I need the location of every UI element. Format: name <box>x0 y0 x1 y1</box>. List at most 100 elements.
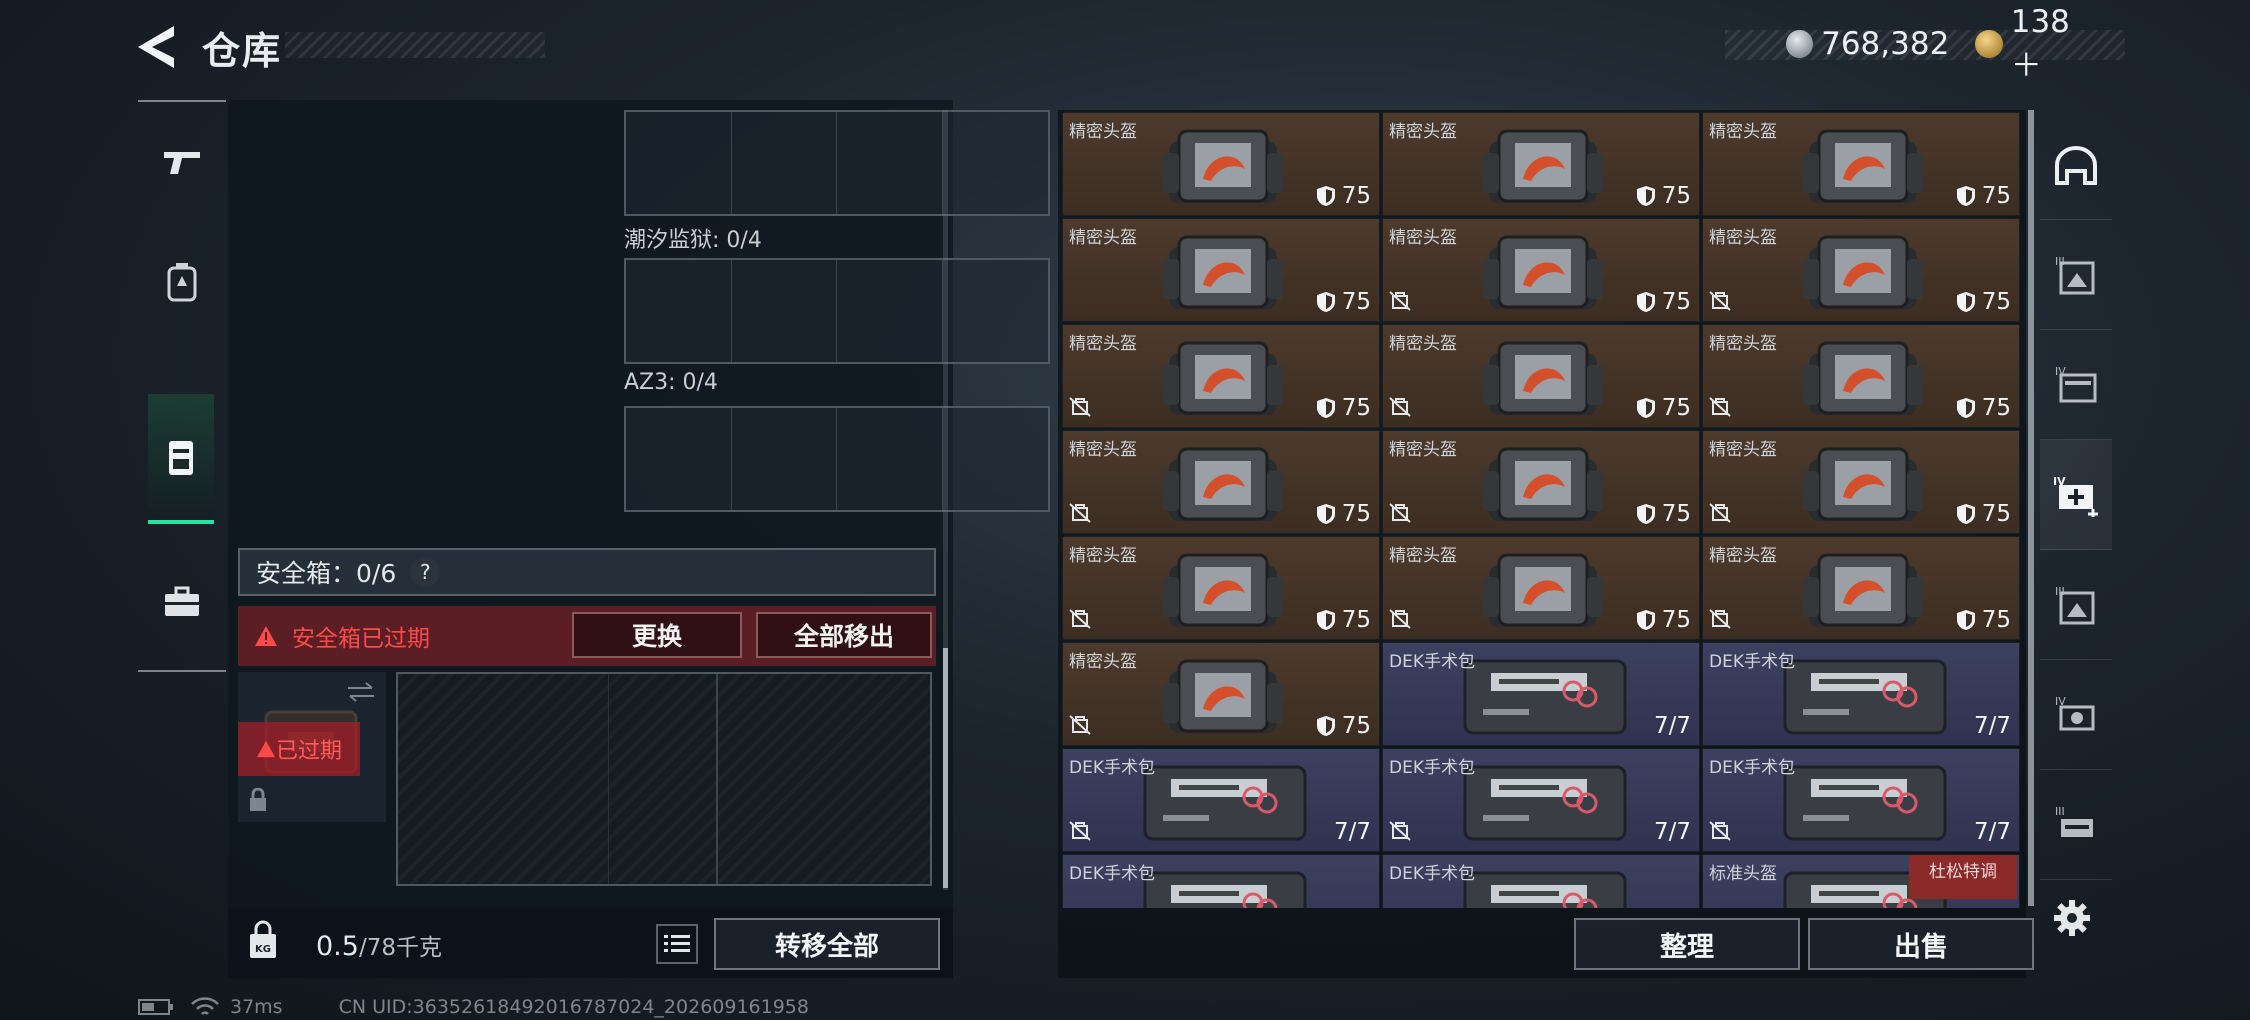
item-name: DEK手术包 <box>1709 652 1795 672</box>
item-value: 75 <box>1956 607 2011 633</box>
category-folder-iv[interactable]: IV <box>2040 330 2112 440</box>
weight-readout: 0.5/78千克 <box>316 928 442 962</box>
item-value-text: 75 <box>1341 289 1371 315</box>
item-value: 75 <box>1636 607 1691 633</box>
category-gear-iv[interactable]: IV <box>2040 660 2112 770</box>
category-medkit-iv[interactable]: IV <box>2040 440 2112 550</box>
battery-icon <box>138 999 173 1015</box>
item-name: 精密头盔 <box>1709 334 1777 354</box>
inventory-item-helmet[interactable]: 精密头盔 75 <box>1382 218 1700 322</box>
category-armor-iii-alt[interactable]: III <box>2040 550 2112 660</box>
inventory-item-helmet[interactable]: 精密头盔 75 <box>1382 324 1700 428</box>
no-trade-badge <box>1069 821 1091 845</box>
settings-button[interactable] <box>2052 898 2092 942</box>
item-value: 7/7 <box>1334 819 1371 845</box>
inventory-item-helmet[interactable]: 精密头盔 75 <box>1062 642 1380 746</box>
svg-text:IV: IV <box>2053 475 2066 488</box>
tab-toolbox[interactable] <box>138 542 226 662</box>
inventory-item-medkit[interactable]: DEK手术包 <box>1062 854 1380 908</box>
safe-box-grid[interactable] <box>396 672 932 886</box>
inventory-item-helmet[interactable]: 精密头盔 75 <box>1702 218 2020 322</box>
inventory-item-helmet[interactable]: 精密头盔 75 <box>1062 536 1380 640</box>
inventory-item-helmet[interactable]: 精密头盔 75 <box>1702 536 2020 640</box>
tab-chest-rig[interactable] <box>148 394 214 524</box>
category-rig-iii[interactable]: III <box>2040 770 2112 880</box>
inventory-item-medkit[interactable]: DEK手术包 7/7 <box>1702 642 2020 746</box>
slot-grid-az3[interactable] <box>624 406 1050 512</box>
inventory-item-helmet[interactable]: 精密头盔 75 <box>1382 536 1700 640</box>
svg-text:III: III <box>2055 255 2065 268</box>
inventory-item-helmet[interactable]: 精密头盔 75 <box>1702 324 2020 428</box>
inventory-item-helmet[interactable]: 精密头盔 75 <box>1062 218 1380 322</box>
durability-icon <box>1316 186 1335 206</box>
slot-grid-prison[interactable] <box>624 258 1050 364</box>
durability-icon <box>1636 398 1655 418</box>
medkit-image <box>1143 765 1307 841</box>
expired-message: 安全箱已过期 <box>292 626 430 652</box>
svg-text:KG: KG <box>255 944 271 955</box>
no-trade-badge <box>1389 821 1411 845</box>
inventory-item-helmet[interactable]: 精密头盔 75 <box>1062 430 1380 534</box>
list-view-button[interactable] <box>656 924 698 964</box>
inventory-item-helmet[interactable]: 精密头盔 75 <box>1382 430 1700 534</box>
inventory-item-medkit[interactable]: 标准头盔 杜松特调 <box>1702 854 2020 908</box>
item-name: 精密头盔 <box>1709 122 1777 142</box>
currency-bar: 768,382 138＋ <box>1725 4 2125 84</box>
durability-icon <box>1956 292 1975 312</box>
no-trade-badge <box>1069 503 1091 527</box>
no-trade-icon <box>1389 397 1411 417</box>
inventory-item-helmet[interactable]: 精密头盔 75 <box>1062 112 1380 216</box>
medkit-image <box>1143 871 1307 908</box>
inventory-item-medkit[interactable]: DEK手术包 7/7 <box>1382 748 1700 852</box>
list-icon <box>664 935 690 952</box>
inventory-scrollbar[interactable] <box>2028 110 2034 906</box>
helmet-image <box>1163 341 1283 415</box>
slot-grid-top[interactable] <box>624 110 1050 216</box>
folder-iv-icon: IV <box>2055 365 2097 402</box>
sell-button[interactable]: 出售 <box>1808 918 2034 970</box>
tab-backpack[interactable] <box>138 222 226 342</box>
move-all-out-button[interactable]: 全部移出 <box>756 612 932 658</box>
left-scrollbar-thumb[interactable] <box>943 648 948 888</box>
item-name: 精密头盔 <box>1069 334 1137 354</box>
toolbox-icon <box>165 586 199 616</box>
inventory-item-helmet[interactable]: 精密头盔 75 <box>1062 324 1380 428</box>
item-value-text: 75 <box>1981 501 2011 527</box>
transfer-all-button[interactable]: 转移全部 <box>714 918 940 970</box>
inventory-grid: 精密头盔 75 精密头盔 75 精密头盔 75 精密头盔 75 精密头盔 75 精密头盔 75 精密头盔… <box>1062 112 2020 908</box>
inventory-item-medkit[interactable]: DEK手术包 7/7 <box>1702 748 2020 852</box>
backpack-icon <box>167 263 197 302</box>
medkit-image <box>1783 765 1947 841</box>
item-value-text: 7/7 <box>1333 819 1371 845</box>
kg-lock-icon: KG <box>250 920 276 958</box>
item-name: 精密头盔 <box>1069 546 1137 566</box>
inventory-item-medkit[interactable]: DEK手术包 <box>1382 854 1700 908</box>
inventory-item-medkit[interactable]: DEK手术包 7/7 <box>1382 642 1700 746</box>
no-trade-icon <box>1709 291 1731 311</box>
medkit-image <box>1463 765 1627 841</box>
inventory-item-helmet[interactable]: 精密头盔 75 <box>1382 112 1700 216</box>
no-trade-badge <box>1709 503 1731 527</box>
category-helmet[interactable] <box>2040 110 2112 220</box>
item-value: 75 <box>1956 183 2011 209</box>
item-value: 75 <box>1316 289 1371 315</box>
back-button[interactable] <box>134 22 182 72</box>
item-value-text: 75 <box>1981 183 2011 209</box>
weight-lock-icon[interactable]: KG <box>248 920 278 960</box>
item-value-text: 75 <box>1341 395 1371 421</box>
help-button[interactable]: ? <box>410 557 441 587</box>
replace-button[interactable]: 更换 <box>572 612 742 658</box>
item-value: 75 <box>1636 395 1691 421</box>
item-value: 75 <box>1316 607 1371 633</box>
no-trade-icon <box>1389 503 1411 523</box>
sort-button[interactable]: 整理 <box>1574 918 1800 970</box>
status-bar: 37ms CN UID:3635261849201678702​4_202609… <box>138 996 809 1018</box>
inventory-item-helmet[interactable]: 精密头盔 75 <box>1702 430 2020 534</box>
uid-readout: CN UID:3635261849201678702​4_20260916195… <box>338 996 809 1018</box>
inventory-item-medkit[interactable]: DEK手术包 7/7 <box>1062 748 1380 852</box>
gold-balance[interactable]: 138＋ <box>2011 4 2099 85</box>
tab-weapons[interactable] <box>138 102 226 222</box>
inventory-item-helmet[interactable]: 精密头盔 75 <box>1702 112 2020 216</box>
category-armor-iii[interactable]: III <box>2040 220 2112 330</box>
helmet-image <box>1803 129 1923 203</box>
